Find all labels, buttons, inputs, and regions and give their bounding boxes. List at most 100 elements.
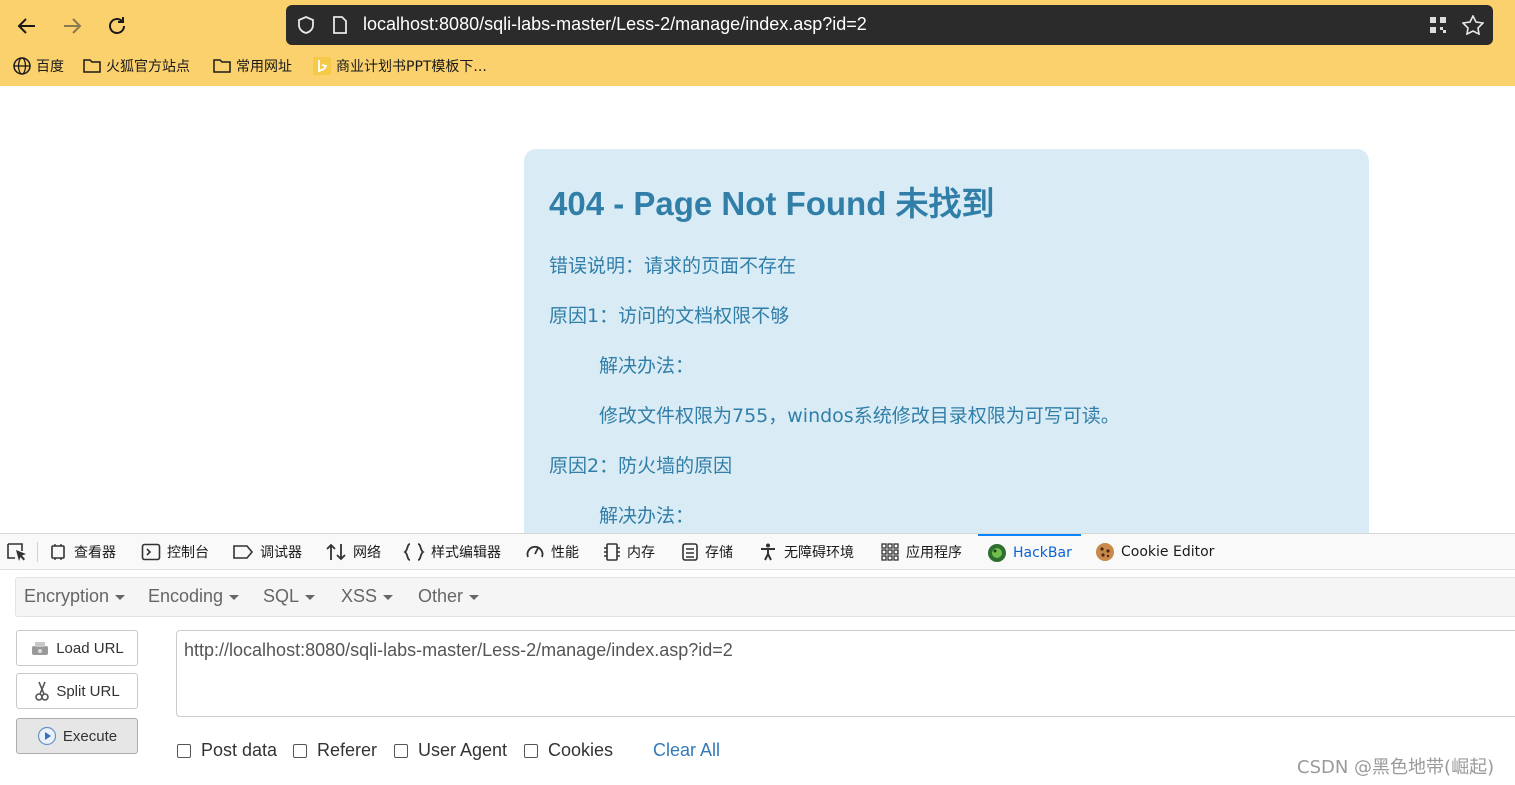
qr-code-icon[interactable]: [1428, 15, 1448, 35]
devtools-panel: 查看器 控制台 调试器 网络 样式编辑器 性能 内存 存储 无障碍环境 应用程序…: [0, 533, 1515, 785]
tab-accessibility[interactable]: 无障碍环境: [758, 534, 854, 570]
hackbar-url-input[interactable]: http://localhost:8080/sqli-labs-master/L…: [176, 630, 1515, 717]
menu-xss[interactable]: XSS: [341, 586, 394, 607]
back-arrow-icon: [17, 18, 35, 34]
menu-label: Encoding: [148, 586, 224, 606]
page-icon[interactable]: [331, 15, 349, 35]
checkbox-label: User Agent: [418, 740, 508, 760]
globe-icon: [13, 57, 31, 75]
button-label: Load URL: [56, 639, 124, 657]
cookies-checkbox[interactable]: Cookies: [524, 740, 613, 761]
browser-toolbar: localhost:8080/sqli-labs-master/Less-2/m…: [0, 0, 1515, 86]
reason-1: 原因1：访问的文档权限不够: [549, 305, 790, 327]
hackbar-menu: Encryption Encoding SQL XSS Other: [15, 577, 1515, 617]
bookmark-ppt-templates[interactable]: 商业计划书PPT模板下...: [312, 56, 487, 76]
tab-inspector[interactable]: 查看器: [48, 534, 116, 570]
caret-down-icon: [115, 594, 126, 600]
bookmark-firefox-site[interactable]: 火狐官方站点: [82, 56, 190, 76]
button-label: Split URL: [56, 682, 120, 700]
tab-label: 样式编辑器: [431, 545, 501, 561]
tab-network[interactable]: 网络: [325, 534, 381, 570]
post-data-checkbox[interactable]: Post data: [177, 740, 277, 761]
reload-button[interactable]: [101, 10, 133, 42]
bookmark-common-sites[interactable]: 常用网址: [212, 56, 292, 76]
load-url-button[interactable]: Load URL: [16, 630, 138, 666]
checkbox-box[interactable]: [524, 743, 538, 758]
menu-other[interactable]: Other: [418, 586, 480, 607]
error-title: 404 - Page Not Found 未找到: [549, 185, 995, 222]
debugger-icon: [233, 545, 254, 559]
back-button[interactable]: [11, 10, 43, 42]
scissors-icon: [35, 681, 50, 701]
accessibility-icon: [761, 543, 775, 561]
bookmark-baidu[interactable]: 百度: [12, 56, 64, 76]
reason-2: 原因2：防火墙的原因: [549, 455, 733, 477]
forward-button[interactable]: [56, 10, 88, 42]
style-editor-icon: [403, 543, 425, 561]
tab-style-editor[interactable]: 样式编辑器: [403, 534, 501, 570]
tab-console[interactable]: 控制台: [141, 534, 209, 570]
solution-label-1: 解决办法：: [599, 355, 695, 377]
tab-label: 网络: [353, 545, 381, 561]
element-picker-icon[interactable]: [6, 542, 28, 562]
menu-encryption[interactable]: Encryption: [24, 586, 126, 607]
tab-storage[interactable]: 存储: [681, 534, 733, 570]
bookmark-label: 商业计划书PPT模板下...: [336, 59, 487, 75]
inspector-icon: [51, 544, 65, 560]
tab-label: 无障碍环境: [784, 545, 854, 561]
execute-button[interactable]: Execute: [16, 718, 138, 754]
tab-cookie-editor[interactable]: Cookie Editor: [1095, 534, 1214, 570]
hackbar-url-value[interactable]: http://localhost:8080/sqli-labs-master/L…: [184, 640, 733, 661]
menu-label: Other: [418, 586, 464, 606]
tab-label: 调试器: [260, 545, 302, 561]
caret-down-icon: [383, 594, 394, 600]
tab-label: 应用程序: [906, 545, 962, 561]
bookmark-label: 百度: [36, 59, 64, 75]
tab-label: 内存: [627, 545, 655, 561]
solution-text-1: 修改文件权限为755，windos系统修改目录权限为可写可读。: [599, 405, 1120, 427]
load-url-icon: [32, 642, 49, 655]
tab-label: 控制台: [167, 545, 209, 561]
application-icon: [881, 543, 899, 561]
tab-label: 查看器: [74, 545, 116, 561]
tab-label: HackBar: [1013, 545, 1072, 561]
tab-performance[interactable]: 性能: [525, 534, 579, 570]
caret-down-icon: [469, 594, 480, 600]
bookmark-label: 火狐官方站点: [106, 59, 190, 75]
user-agent-checkbox[interactable]: User Agent: [394, 740, 507, 761]
menu-encoding[interactable]: Encoding: [148, 586, 240, 607]
checkbox-box[interactable]: [177, 743, 191, 758]
tab-label: 存储: [705, 545, 733, 561]
menu-label: XSS: [341, 586, 378, 606]
checkbox-box[interactable]: [394, 743, 408, 758]
watermark: CSDN @黑色地带(崛起): [1297, 757, 1495, 778]
error-panel: 404 - Page Not Found 未找到 错误说明：请求的页面不存在 原…: [524, 149, 1369, 533]
tab-application[interactable]: 应用程序: [880, 534, 962, 570]
bing-icon: [313, 57, 331, 75]
tab-debugger[interactable]: 调试器: [232, 534, 302, 570]
folder-icon: [83, 59, 101, 73]
reload-icon: [109, 17, 125, 34]
url-text[interactable]: localhost:8080/sqli-labs-master/Less-2/m…: [363, 14, 867, 35]
referer-checkbox[interactable]: Referer: [293, 740, 377, 761]
tab-memory[interactable]: 内存: [603, 534, 655, 570]
tab-label: 性能: [551, 545, 579, 561]
clear-all-link[interactable]: Clear All: [653, 740, 720, 761]
checkbox-label: Post data: [201, 740, 278, 760]
tab-separator: [37, 542, 38, 562]
performance-icon: [526, 545, 544, 558]
checkbox-box[interactable]: [293, 743, 307, 758]
tab-label: Cookie Editor: [1121, 544, 1215, 560]
error-description: 错误说明：请求的页面不存在: [549, 255, 797, 277]
tab-hackbar[interactable]: HackBar: [978, 534, 1081, 570]
play-icon: [37, 726, 56, 746]
console-icon: [141, 543, 161, 561]
star-icon[interactable]: [1462, 15, 1484, 35]
address-bar[interactable]: localhost:8080/sqli-labs-master/Less-2/m…: [286, 5, 1493, 45]
split-url-button[interactable]: Split URL: [16, 673, 138, 709]
menu-sql[interactable]: SQL: [263, 586, 316, 607]
memory-icon: [604, 543, 620, 561]
network-icon: [326, 543, 346, 561]
shield-icon[interactable]: [296, 15, 316, 35]
menu-label: SQL: [263, 586, 300, 606]
